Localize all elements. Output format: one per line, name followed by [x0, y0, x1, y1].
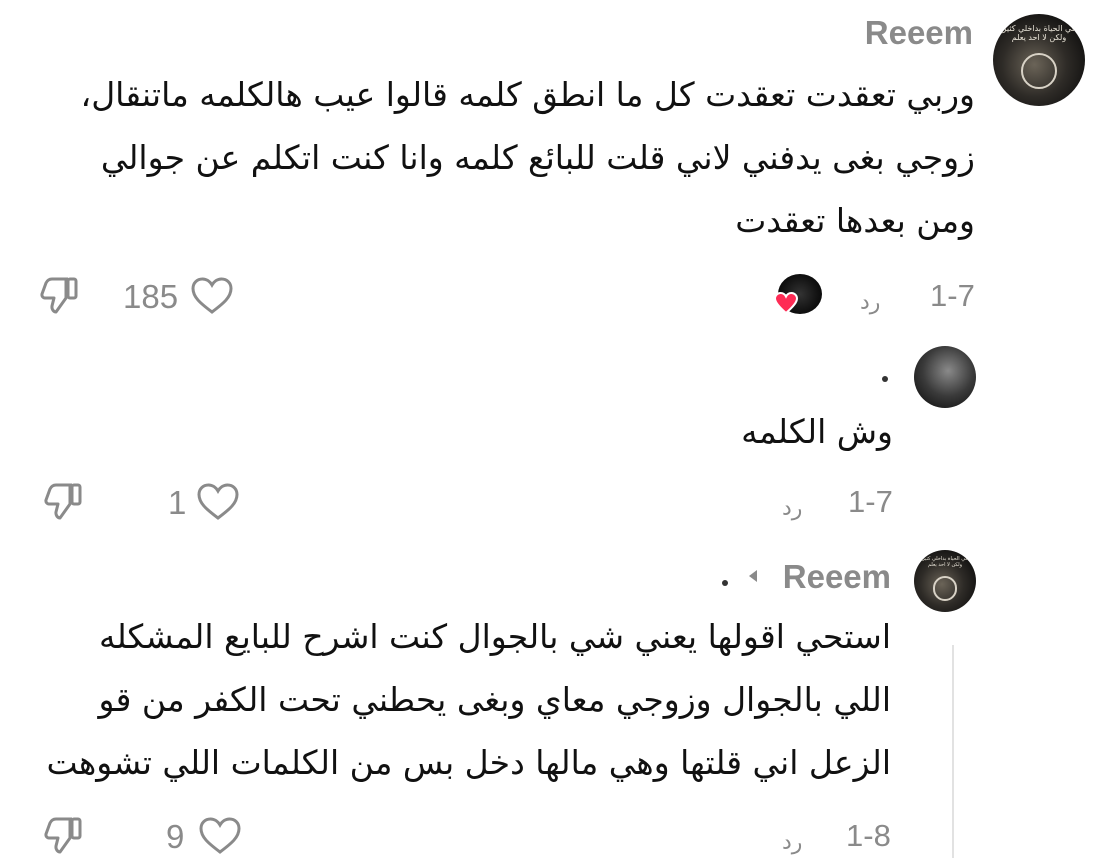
comment-text: وربي تعقدت تعقدت كل ما انطق كلمه قالوا ع… [81, 78, 975, 267]
comment-line: الزعل اني قلتها وهي مالها دخل بس من الكل… [46, 743, 891, 782]
comment-line: اللي بالجوال وزوجي معاي وبغى يحطني تحت ا… [98, 680, 891, 719]
like-count: 1 [168, 484, 187, 521]
reply-button[interactable]: رد [782, 496, 802, 521]
comment-username[interactable]: Reeem [865, 14, 973, 52]
comment-date: 1-8 [846, 818, 891, 853]
like-count: 9 [166, 818, 185, 855]
heart-icon[interactable] [196, 482, 240, 522]
reply-button[interactable]: رد [860, 290, 880, 315]
dislike-icon[interactable] [38, 276, 82, 316]
avatar-caption: في الحياة بداخلي كثير ولكن لا احد يعلم [922, 556, 968, 568]
reply-to-username[interactable] [722, 580, 728, 586]
dislike-icon[interactable] [42, 482, 86, 522]
comment-line: ومن بعدها تعقدت [735, 201, 975, 240]
comment-line: وربي تعقدت تعقدت كل ما انطق كلمه قالوا ع… [80, 75, 975, 114]
comment-username[interactable] [882, 376, 888, 382]
comment-text: وش الكلمه [741, 415, 893, 478]
avatar-caption: في الحياة بداخلي كثير ولكن لا احد يعلم [1002, 24, 1076, 42]
clock-icon [932, 576, 958, 601]
heart-icon[interactable] [190, 276, 234, 316]
comment-username[interactable]: Reeem [783, 558, 891, 596]
comment-text: استحي اقولها يعني شي بالجوال كنت اشرح لل… [46, 620, 891, 809]
comment-line: استحي اقولها يعني شي بالجوال كنت اشرح لل… [98, 617, 891, 656]
avatar[interactable]: في الحياة بداخلي كثير ولكن لا احد يعلم [993, 14, 1085, 106]
heart-icon[interactable] [198, 816, 242, 856]
reply-button[interactable]: رد [782, 830, 802, 855]
avatar[interactable]: في الحياة بداخلي كثير ولكن لا احد يعلم [914, 550, 976, 612]
like-count: 185 [123, 278, 179, 315]
comment-line: وش الكلمه [741, 412, 893, 451]
dislike-icon[interactable] [42, 816, 86, 856]
comment-date: 1-7 [930, 278, 975, 313]
avatar[interactable] [914, 346, 976, 408]
reply-arrow-icon [749, 570, 757, 582]
thread-line [952, 645, 954, 858]
heart-badge-icon [774, 292, 798, 314]
clock-icon [1020, 52, 1058, 90]
comment-date: 1-7 [848, 484, 893, 519]
comment-line: زوجي بغى يدفني لاني قلت للبائع كلمه وانا… [100, 138, 975, 177]
